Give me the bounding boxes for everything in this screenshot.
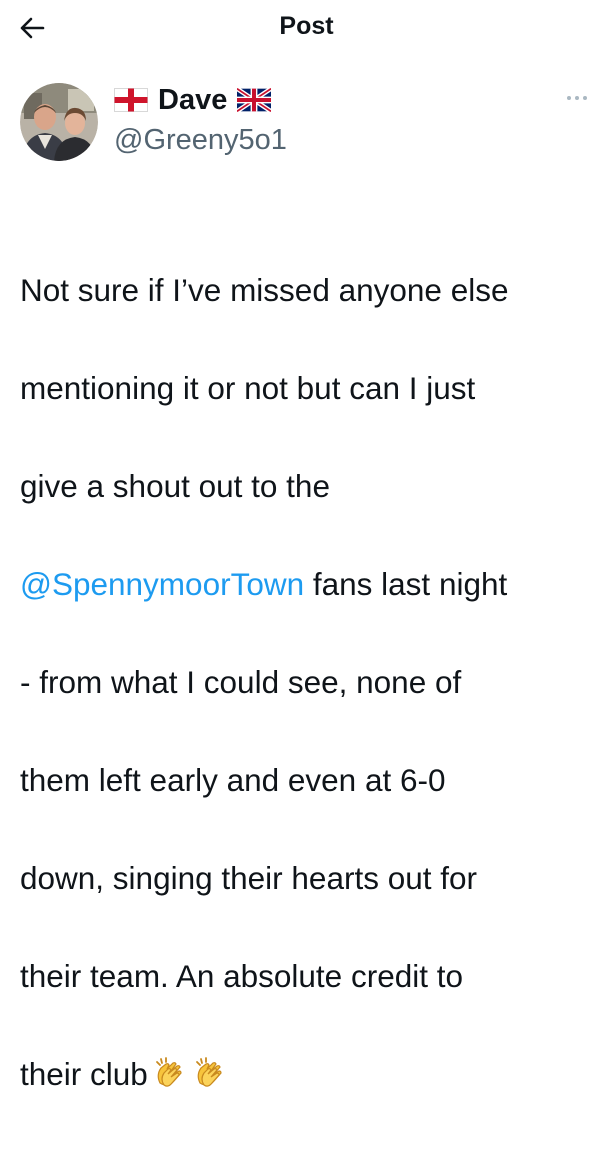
author-display-name: Dave <box>158 84 228 116</box>
tweet-line: them left early and even at 6-0 <box>20 762 446 798</box>
author-name-row[interactable]: Dave <box>114 82 272 118</box>
back-button[interactable] <box>12 8 52 48</box>
author-header: Dave @Greeny5o1 <box>20 80 593 164</box>
more-options-button[interactable] <box>561 86 593 110</box>
tweet-line: @SpennymoorTown fans last night <box>20 560 600 609</box>
tweet-line: mentioning it or not but can I just <box>20 370 476 406</box>
tweet-line: their club <box>20 1050 600 1105</box>
page-title: Post <box>279 12 334 40</box>
avatar[interactable] <box>20 83 98 161</box>
more-horizontal-icon <box>567 96 587 100</box>
tweet-text: Not sure if I’ve missed anyone else ment… <box>20 217 600 1154</box>
england-flag-icon <box>114 88 148 112</box>
mention-link[interactable]: @SpennymoorTown <box>20 566 304 602</box>
tweet-line-rest: fans last night <box>304 566 508 602</box>
tweet-line-text: their club <box>20 1056 148 1092</box>
tweet-line: Not sure if I’ve missed anyone else <box>20 272 509 308</box>
author-handle[interactable]: @Greeny5o1 <box>114 122 287 158</box>
top-bar: Post <box>0 0 613 56</box>
uk-flag-icon <box>237 88 272 112</box>
tweet-line: down, singing their hearts out for <box>20 860 478 896</box>
clapping-hands-icon <box>192 1055 228 1105</box>
tweet-line: give a shout out to the <box>20 468 330 504</box>
tweet-line: their team. An absolute credit to <box>20 958 463 994</box>
arrow-left-icon <box>20 17 45 39</box>
clapping-hands-icon <box>152 1055 188 1105</box>
